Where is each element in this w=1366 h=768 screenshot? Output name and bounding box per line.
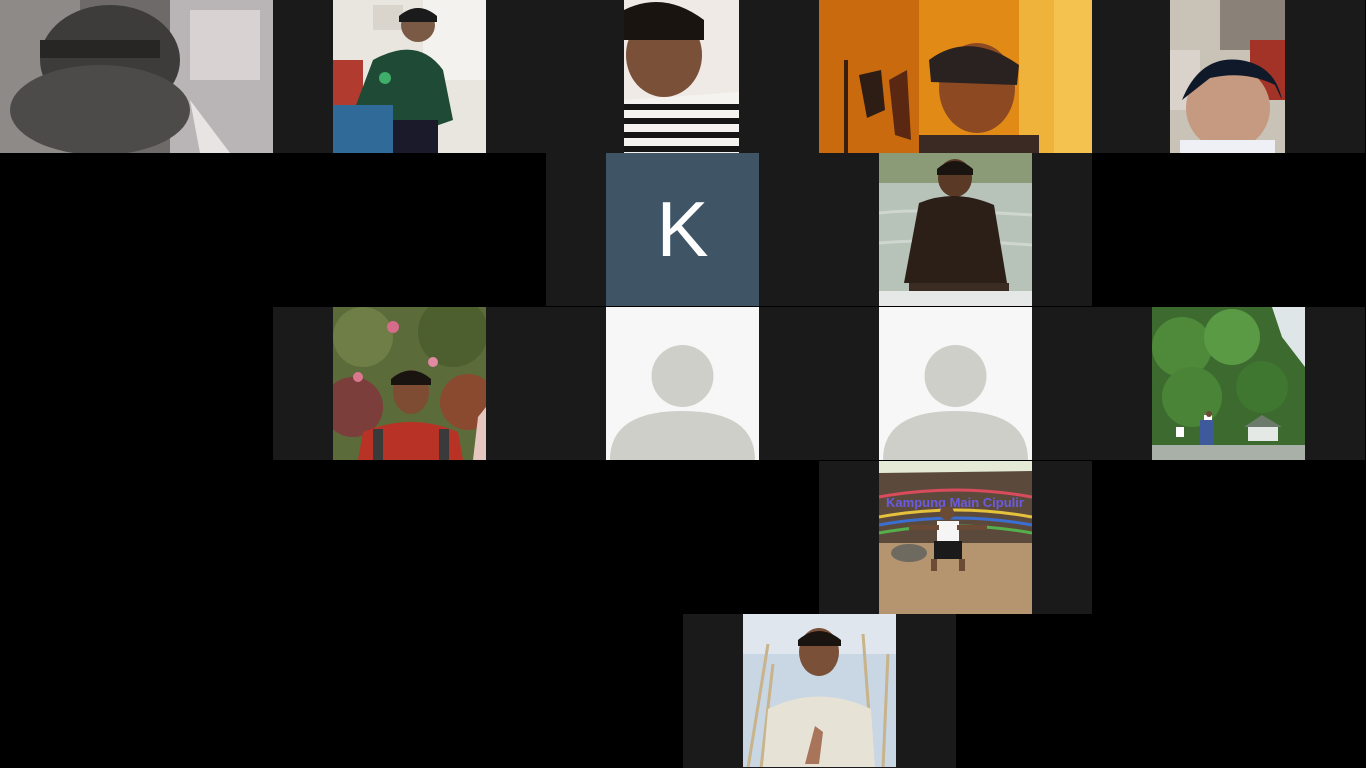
participant-tile[interactable] bbox=[1092, 307, 1365, 460]
participant-tile[interactable] bbox=[819, 0, 1092, 153]
video-feed: Kampung Main Cipulir bbox=[879, 461, 1032, 614]
participant-tile[interactable] bbox=[0, 0, 273, 153]
participant-tile[interactable] bbox=[1092, 0, 1365, 153]
participant-tile[interactable] bbox=[819, 153, 1092, 306]
sign-text: Kampung Main Cipulir bbox=[886, 495, 1024, 510]
participant-tile[interactable] bbox=[683, 614, 956, 768]
participant-tile[interactable] bbox=[546, 0, 819, 153]
participant-tile[interactable] bbox=[819, 307, 1092, 460]
participant-tile[interactable] bbox=[546, 307, 819, 460]
video-feed bbox=[0, 0, 273, 153]
video-feed bbox=[624, 0, 739, 153]
participant-tile[interactable]: K bbox=[546, 153, 819, 306]
participant-placeholder-avatar bbox=[879, 307, 1032, 460]
video-feed bbox=[333, 0, 486, 153]
video-feed bbox=[1152, 307, 1305, 460]
video-feed bbox=[333, 307, 486, 460]
participant-tile[interactable] bbox=[273, 307, 546, 460]
participant-placeholder-avatar bbox=[606, 307, 759, 460]
default-user-icon bbox=[606, 307, 759, 460]
participant-initial-avatar: K bbox=[606, 153, 759, 306]
default-user-icon bbox=[879, 307, 1032, 460]
video-feed bbox=[1170, 0, 1285, 153]
video-feed bbox=[819, 0, 1092, 153]
video-feed bbox=[879, 153, 1032, 306]
participant-tile[interactable]: Kampung Main Cipulir bbox=[819, 461, 1092, 614]
participant-tile[interactable] bbox=[273, 0, 546, 153]
gallery-view: K Kampung Main Cipulir bbox=[0, 0, 1366, 768]
video-feed bbox=[743, 614, 896, 767]
participant-initial: K bbox=[656, 185, 709, 273]
